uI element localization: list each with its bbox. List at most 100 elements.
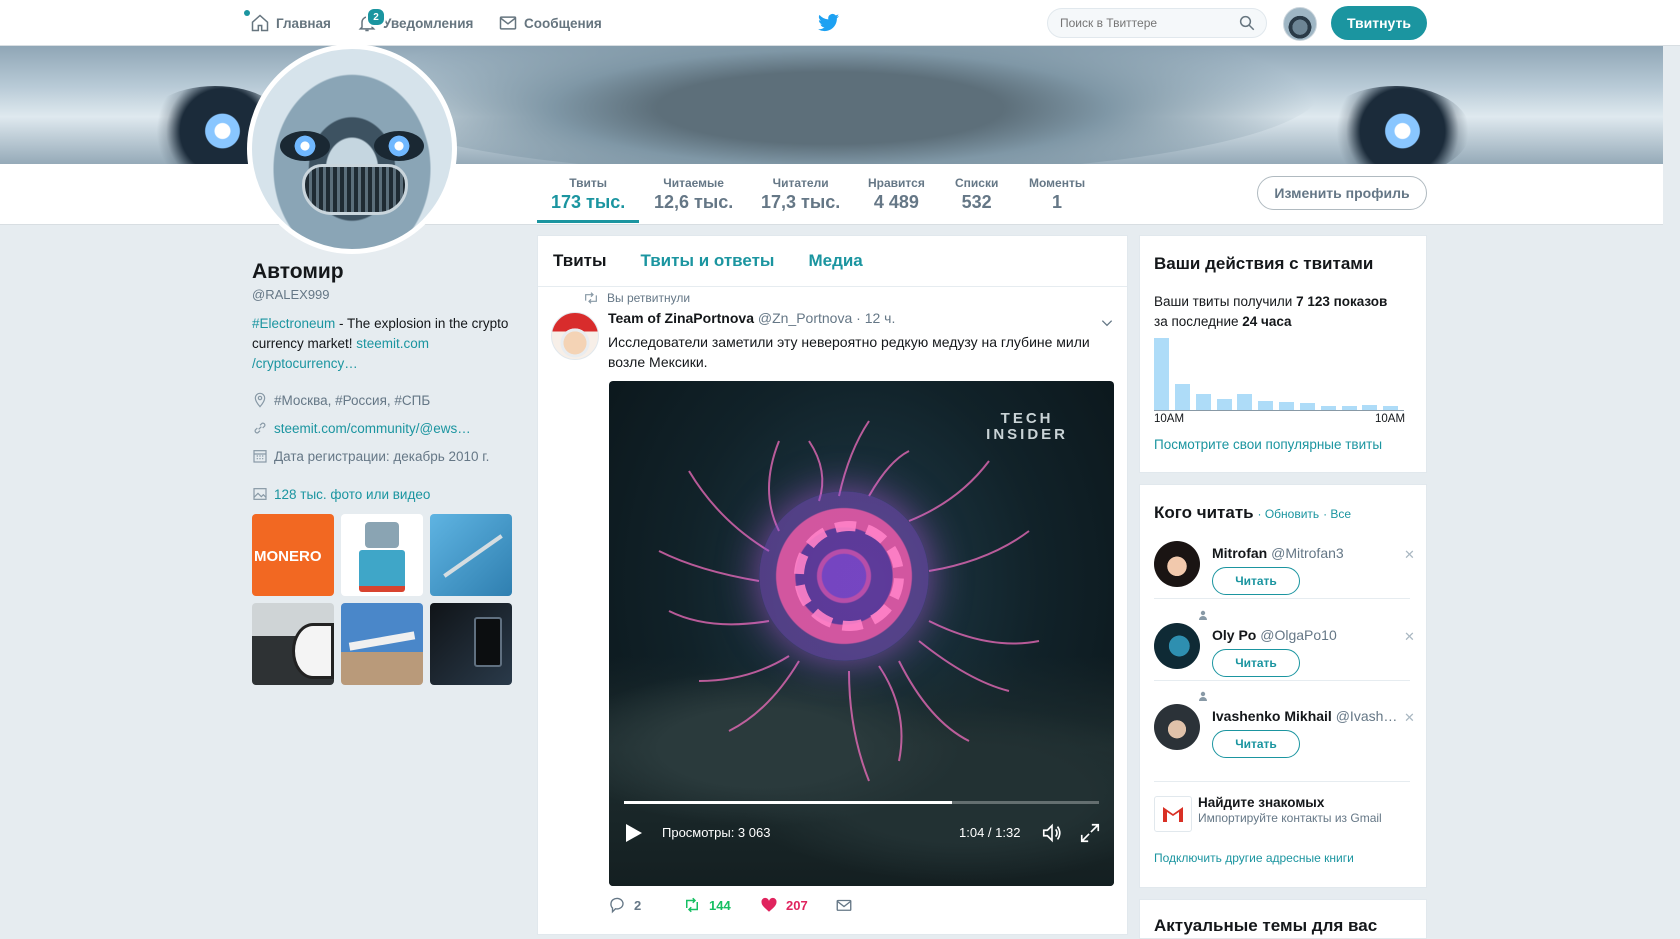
activity-title: Ваши действия с твитами: [1154, 254, 1374, 273]
dismiss-icon[interactable]: ✕: [1404, 629, 1415, 645]
activity-axis-start: 10AM: [1154, 413, 1185, 425]
reply-icon: [610, 897, 624, 914]
activity-bar: [1174, 384, 1190, 410]
trends-card: Актуальные темы для вас: [1139, 899, 1427, 939]
popular-tweets-link[interactable]: Посмотрите свои популярные твиты: [1154, 437, 1382, 452]
follow-button[interactable]: Читать: [1212, 567, 1300, 595]
retweet-context: Вы ретвитнули: [583, 291, 690, 305]
profile-handle[interactable]: @RALEX999: [252, 287, 512, 302]
video-progress-fill: [624, 801, 952, 804]
direct-message-action[interactable]: [835, 896, 853, 914]
timeline: Твиты Твиты и ответы Медиа Вы ретвитнули…: [537, 235, 1128, 935]
tweet-author-name[interactable]: Team of ZinaPortnova: [608, 310, 754, 326]
follow-suggestion: Ivashenko Mikhail @Ivash… Читать ✕: [1154, 704, 1415, 774]
stat-lists[interactable]: Списки 532: [955, 176, 998, 213]
suggestion-name[interactable]: Mitrofan @Mitrofan3: [1212, 545, 1344, 561]
other-address-books-link[interactable]: Подключить другие адресные книги: [1154, 851, 1354, 865]
import-contacts-text: Импортируйте контакты из Gmail: [1198, 811, 1382, 825]
follow-button[interactable]: Читать: [1212, 730, 1300, 758]
activity-bar: [1258, 401, 1274, 410]
search-icon[interactable]: [1238, 14, 1256, 32]
like-action[interactable]: 207: [760, 896, 808, 914]
stat-likes[interactable]: Нравится 4 489: [868, 176, 925, 213]
dismiss-icon[interactable]: ✕: [1404, 710, 1415, 726]
profile-avatar[interactable]: [247, 44, 457, 254]
activity-bar: [1216, 399, 1232, 410]
gmail-icon: [1154, 796, 1192, 832]
suggestion-name[interactable]: Ivashenko Mikhail @Ivash…: [1212, 708, 1397, 724]
tweet-video[interactable]: TECH INSIDER Просмотры: 3 063 1:04 / 1:3…: [609, 381, 1114, 886]
activity-bar: [1154, 338, 1169, 410]
stat-followers[interactable]: Читатели 17,3 тыс.: [761, 176, 840, 213]
stat-tweets[interactable]: Твиты 173 тыс.: [551, 176, 625, 213]
activity-bar: [1195, 394, 1211, 410]
nav-home[interactable]: Главная: [250, 0, 331, 46]
suggestion-avatar[interactable]: [1154, 541, 1200, 587]
refresh-link[interactable]: · Обновить: [1258, 507, 1320, 521]
media-grid: MONERO: [252, 514, 512, 685]
tweet-actions: 2 144 207: [608, 896, 1108, 920]
retweet-small-icon: [585, 292, 597, 304]
media-thumb[interactable]: [341, 603, 423, 685]
twitter-bird-icon[interactable]: [818, 13, 840, 33]
video-progress-bar[interactable]: [624, 801, 1099, 804]
activity-bar-chart[interactable]: [1154, 335, 1404, 410]
nav-messages[interactable]: Сообщения: [498, 0, 602, 46]
dismiss-icon[interactable]: ✕: [1404, 547, 1415, 563]
tab-tweets-and-replies[interactable]: Твиты и ответы: [640, 251, 774, 271]
profile-sidebar: Автомир @RALEX999 #Electroneum - The exp…: [252, 260, 512, 685]
video-time: 1:04 / 1:32: [959, 825, 1021, 840]
profile-media-header: 128 тыс. фото или видео: [252, 480, 512, 508]
play-icon[interactable]: [625, 823, 643, 843]
tweet-author-handle[interactable]: @Zn_Portnova: [758, 310, 852, 326]
profile-name[interactable]: Автомир: [252, 260, 512, 284]
notifications-badge: 2: [366, 7, 386, 27]
who-to-follow-card: Кого читать · Обновить · Все Mitrofan @M…: [1139, 484, 1427, 888]
top-navigation-bar: Главная Уведомления 2 Сообщения Твитнуть: [0, 0, 1680, 46]
volume-icon[interactable]: [1041, 822, 1063, 844]
account-avatar[interactable]: [1283, 7, 1317, 41]
tab-media[interactable]: Медиа: [808, 251, 862, 271]
reply-action[interactable]: 2: [608, 896, 641, 914]
tweet-author-avatar[interactable]: [551, 312, 599, 360]
activity-axis-end: 10AM: [1375, 413, 1406, 425]
trends-title: Актуальные темы для вас: [1154, 916, 1378, 935]
website-link[interactable]: steemit.com/community/@ews…: [274, 421, 471, 436]
divider: [1154, 781, 1410, 782]
nav-messages-label: Сообщения: [524, 15, 602, 31]
media-link[interactable]: 128 тыс. фото или видео: [274, 487, 430, 502]
media-thumb[interactable]: [341, 514, 423, 596]
suggestion-avatar[interactable]: [1154, 623, 1200, 669]
tab-tweets[interactable]: Твиты: [553, 251, 606, 271]
suggestion-name[interactable]: Oly Po @OlgaPo10: [1212, 627, 1337, 643]
tweet-activity-card: Ваши действия с твитами Ваши твиты получ…: [1139, 235, 1427, 473]
find-friends-title[interactable]: Найдите знакомых: [1198, 795, 1324, 810]
chevron-down-icon[interactable]: [1100, 316, 1114, 330]
follow-button[interactable]: Читать: [1212, 649, 1300, 677]
who-to-follow-title: Кого читать: [1154, 503, 1254, 522]
search-input[interactable]: [1047, 8, 1267, 38]
fullscreen-icon[interactable]: [1079, 822, 1101, 844]
tweet-time[interactable]: · 12 ч.: [856, 310, 895, 326]
avatar-car-grill: [302, 164, 408, 215]
suggestion-avatar[interactable]: [1154, 704, 1200, 750]
person-icon: [1199, 691, 1207, 701]
media-thumb[interactable]: [430, 603, 512, 685]
profile-location: #Москва, #Россия, #СПБ: [252, 386, 512, 414]
edit-profile-button[interactable]: Изменить профиль: [1257, 176, 1427, 210]
media-thumb[interactable]: [430, 514, 512, 596]
heart-icon: [761, 897, 777, 912]
stat-moments[interactable]: Моменты 1: [1029, 176, 1085, 213]
avatar-headlight: [374, 131, 424, 161]
view-all-link[interactable]: · Все: [1323, 507, 1351, 521]
bio-hashtag-link[interactable]: #Electroneum: [252, 316, 335, 331]
media-thumb[interactable]: [252, 603, 334, 685]
stat-following[interactable]: Читаемые 12,6 тыс.: [654, 176, 733, 213]
tweet-button[interactable]: Твитнуть: [1331, 6, 1427, 40]
activity-bar: [1279, 402, 1294, 410]
profile-bio: #Electroneum - The explosion in the cryp…: [252, 314, 512, 374]
media-thumb[interactable]: MONERO: [252, 514, 334, 596]
retweet-action[interactable]: 144: [683, 896, 731, 914]
link-icon: [254, 422, 266, 434]
nav-home-label: Главная: [276, 15, 331, 31]
